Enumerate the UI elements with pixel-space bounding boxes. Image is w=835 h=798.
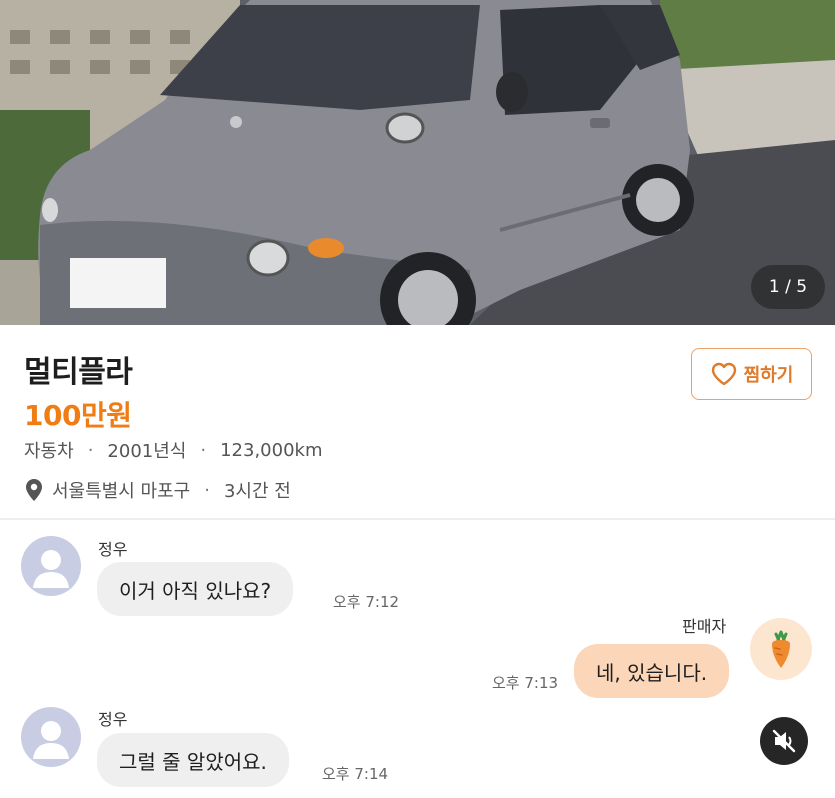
- sender-name: 정우: [98, 710, 128, 729]
- heart-outline-icon: [711, 362, 736, 386]
- buyer-avatar[interactable]: [21, 536, 81, 596]
- meta-separator: ·: [204, 479, 210, 501]
- message-bubble[interactable]: 네, 있습니다.: [574, 644, 730, 698]
- like-button[interactable]: 찜하기: [691, 348, 812, 400]
- listing-meta: 자동차 · 2001년식 · 123,000km: [24, 437, 323, 463]
- seller-avatar[interactable]: [750, 618, 812, 680]
- default-user-avatar-icon: [33, 721, 69, 759]
- map-pin-icon: [26, 479, 42, 501]
- listing-location: 서울특별시 마포구: [52, 481, 191, 502]
- sender-name: 판매자: [682, 617, 727, 636]
- listing-category: 자동차: [24, 441, 74, 462]
- meta-separator: ·: [200, 439, 207, 461]
- default-user-avatar-icon: [33, 550, 69, 588]
- speaker-muted-icon: [772, 729, 796, 753]
- buyer-avatar[interactable]: [21, 707, 81, 767]
- message-time: 오후 7:14: [322, 765, 389, 783]
- message-time: 오후 7:12: [333, 593, 400, 611]
- listing-location-row: 서울특별시 마포구 · 3시간 전: [24, 477, 291, 503]
- listing-price: 100만원: [24, 399, 132, 432]
- message-bubble[interactable]: 그럴 줄 알았어요.: [97, 733, 289, 787]
- listing-mileage: 123,000km: [220, 439, 323, 461]
- listing-title: 멀티플라: [24, 355, 133, 390]
- listing-photo[interactable]: 1 / 5: [0, 0, 835, 325]
- car-photo-illustration: [0, 0, 835, 325]
- mute-button[interactable]: [760, 717, 808, 765]
- chat-area[interactable]: 정우 이거 아직 있나요? 오후 7:12 판매자 네, 있습니다. 오후 7:…: [0, 520, 835, 798]
- photo-counter: 1 / 5: [751, 265, 825, 309]
- message-time: 오후 7:13: [492, 674, 559, 692]
- listing-year: 2001년식: [107, 441, 187, 462]
- listing-info: 멀티플라 100만원 자동차 · 2001년식 · 123,000km 서울특별…: [0, 325, 835, 519]
- listing-posted-time: 3시간 전: [223, 481, 291, 502]
- message-bubble[interactable]: 이거 아직 있나요?: [97, 562, 294, 616]
- sender-name: 정우: [98, 540, 128, 559]
- carrot-icon: [772, 630, 790, 668]
- meta-separator: ·: [87, 439, 94, 461]
- like-button-label: 찜하기: [743, 365, 794, 386]
